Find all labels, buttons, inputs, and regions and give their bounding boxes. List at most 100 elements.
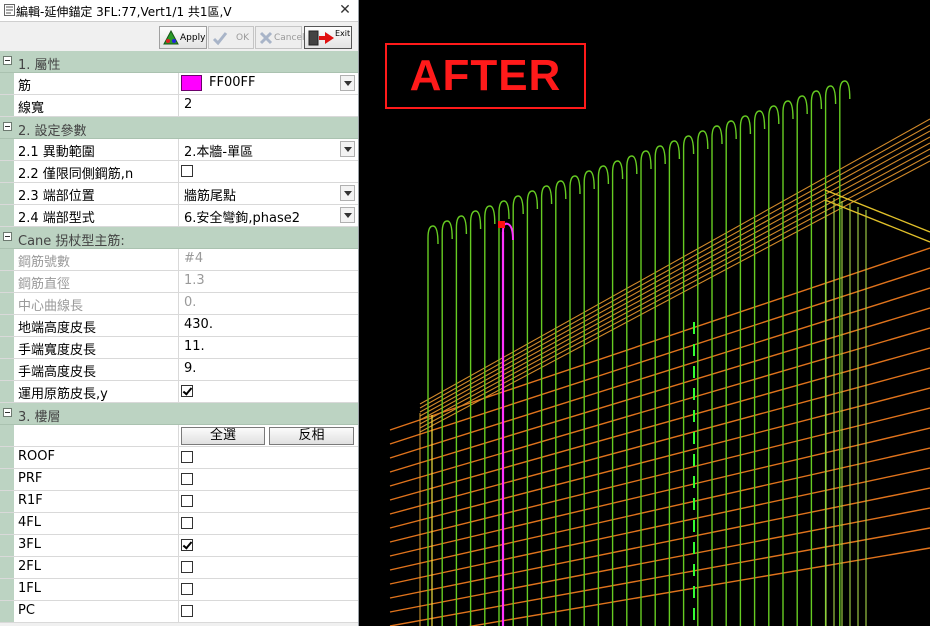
floor-item[interactable]: PC (0, 601, 358, 623)
row-gutter (0, 95, 14, 116)
prop-bar-diameter: 鋼筋直徑 1.3 (0, 271, 358, 293)
rebar-hook (682, 135, 695, 155)
prop-name (14, 425, 179, 446)
collapse-icon[interactable] (3, 56, 12, 65)
collapse-icon[interactable] (3, 408, 12, 417)
prop-value[interactable] (179, 513, 358, 534)
floor-item[interactable]: 4FL (0, 513, 358, 535)
prop-value[interactable]: 430. (179, 315, 358, 336)
floor-checkbox[interactable] (181, 605, 193, 617)
prop-value[interactable] (179, 381, 358, 402)
prop-apply-original[interactable]: 運用原筋皮長,y (0, 381, 358, 403)
collapse-icon[interactable] (3, 232, 12, 241)
floor-checkbox[interactable] (181, 451, 193, 463)
prop-rebar-color[interactable]: 筋 FF00FF (0, 73, 358, 95)
floor-item[interactable]: ROOF (0, 447, 358, 469)
prop-value[interactable] (179, 557, 358, 578)
prop-value[interactable] (179, 161, 358, 182)
prop-value[interactable] (179, 535, 358, 556)
collapse-icon[interactable] (3, 122, 12, 131)
close-icon[interactable]: ✕ (336, 1, 354, 19)
prop-line-width[interactable]: 線寬 2 (0, 95, 358, 117)
prop-end-type[interactable]: 2.4 端部型式 6.安全彎鉤,phase2 (0, 205, 358, 227)
floor-item[interactable]: PRF (0, 469, 358, 491)
floor-name: 1FL (14, 579, 179, 600)
prop-value[interactable] (179, 469, 358, 490)
prop-value[interactable]: 11. (179, 337, 358, 358)
prop-end-position[interactable]: 2.3 端部位置 牆筋尾點 (0, 183, 358, 205)
rebar-hook (512, 195, 524, 215)
prop-value[interactable]: 9. (179, 359, 358, 380)
floor-checkbox[interactable] (181, 539, 193, 551)
prop-ground-height[interactable]: 地端高度皮長 430. (0, 315, 358, 337)
prop-name: 2.3 端部位置 (14, 183, 179, 204)
rebar-hook (455, 215, 468, 235)
rebar-hook (824, 85, 837, 105)
rebar-hook (711, 125, 723, 145)
floor-checkbox[interactable] (181, 583, 193, 595)
prop-change-range[interactable]: 2.1 異動範圍 2.本牆-單區 (0, 139, 358, 161)
prop-value[interactable]: 2.本牆-單區 (179, 139, 358, 160)
wall-edge-line (419, 154, 930, 429)
prop-value[interactable] (179, 601, 358, 622)
floor-checkbox[interactable] (181, 473, 193, 485)
rebar-hook (725, 120, 737, 140)
prop-value[interactable] (179, 491, 358, 512)
exit-button[interactable]: Exit (304, 26, 352, 49)
prop-value[interactable] (179, 579, 358, 600)
chevron-down-icon[interactable] (340, 75, 355, 91)
rebar-hook (441, 220, 453, 240)
chevron-down-icon[interactable] (340, 185, 355, 201)
row-gutter (0, 161, 14, 182)
floor-list: ROOF PRF R1F 4FL 3FL 2FL 1FL PC (0, 447, 358, 623)
rebar-hook (668, 140, 681, 160)
section-settings[interactable]: 2. 設定參數 (0, 117, 358, 139)
rebar-hook (469, 210, 482, 230)
cancel-button[interactable]: Cancel (255, 26, 305, 49)
floor-item[interactable]: R1F (0, 491, 358, 513)
prop-value[interactable]: 牆筋尾點 (179, 183, 358, 204)
prop-bar-number: 鋼筋號數 #4 (0, 249, 358, 271)
invert-button[interactable]: 反相 (269, 427, 354, 445)
section-attributes[interactable]: 1. 屬性 (0, 51, 358, 73)
chevron-down-icon[interactable] (340, 141, 355, 157)
cancel-icon (259, 31, 273, 45)
row-gutter (0, 579, 14, 600)
section-floors[interactable]: 3. 樓層 (0, 403, 358, 425)
app-icon (4, 4, 15, 16)
wall-edge-line (419, 136, 930, 417)
rebar-hook (796, 95, 808, 115)
rebar-hook (839, 80, 851, 100)
floor-item[interactable]: 2FL (0, 557, 358, 579)
select-all-button[interactable]: 全選 (181, 427, 265, 445)
prop-value[interactable] (179, 447, 358, 468)
rebar-hook (697, 130, 709, 150)
floor-item[interactable]: 3FL (0, 535, 358, 557)
prop-center-curve: 中心曲線長 0. (0, 293, 358, 315)
prop-hand-width[interactable]: 手端寬度皮長 11. (0, 337, 358, 359)
chevron-down-icon[interactable] (340, 207, 355, 223)
prop-value[interactable]: 6.安全彎鉤,phase2 (179, 205, 358, 226)
row-gutter (0, 205, 14, 226)
floor-checkbox[interactable] (181, 561, 193, 573)
apply-button[interactable]: Apply (159, 26, 207, 49)
floor-checkbox[interactable] (181, 495, 193, 507)
rebar-hook (597, 165, 610, 185)
window-title: 編輯-延伸錨定 3FL:77,Vert1/1 共1區,V (16, 5, 232, 19)
prop-value[interactable]: FF00FF (179, 73, 358, 94)
row-gutter (0, 359, 14, 380)
prop-hand-height[interactable]: 手端高度皮長 9. (0, 359, 358, 381)
floor-item[interactable]: 1FL (0, 579, 358, 601)
ok-button[interactable]: OK (208, 26, 254, 49)
same-side-checkbox[interactable] (181, 165, 193, 177)
prop-name: 2.4 端部型式 (14, 205, 179, 226)
floor-name: ROOF (14, 447, 179, 468)
prop-value[interactable]: 2 (179, 95, 358, 116)
rebar-hook (583, 170, 595, 190)
rebar-hook (640, 150, 652, 170)
apply-original-checkbox[interactable] (181, 385, 193, 397)
section-cane-rebar[interactable]: Cane 拐杖型主筋: (0, 227, 358, 249)
section-title: 3. 樓層 (18, 410, 61, 425)
prop-same-side[interactable]: 2.2 僅限同側鋼筋,n (0, 161, 358, 183)
floor-checkbox[interactable] (181, 517, 193, 529)
